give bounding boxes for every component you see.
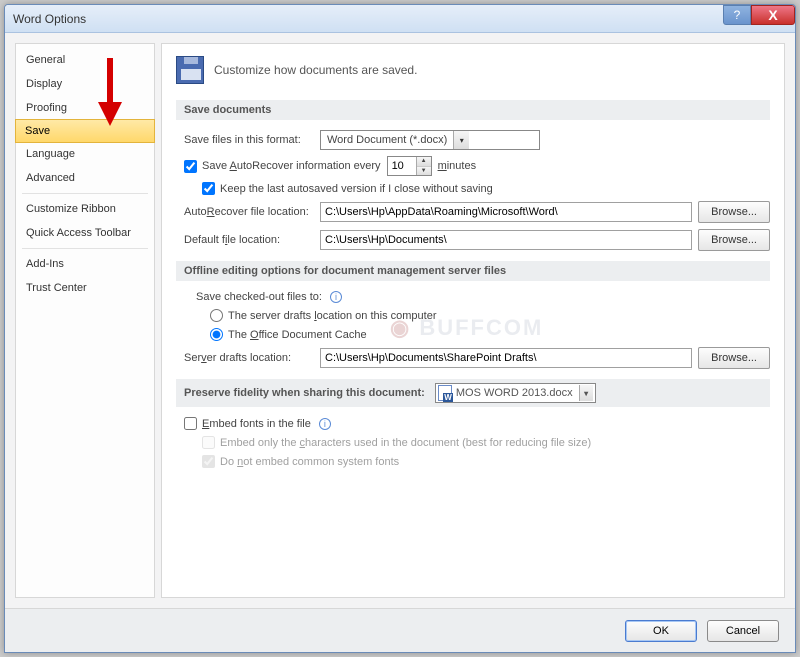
close-button[interactable]: X: [751, 5, 795, 25]
ok-button[interactable]: OK: [625, 620, 697, 642]
embed-only-used-checkbox: Embed only the characters used in the do…: [202, 436, 591, 449]
do-not-embed-common-checkbox: Do not embed common system fonts: [202, 455, 399, 468]
save-format-combo[interactable]: Word Document (*.docx) ▾: [320, 130, 540, 150]
info-icon[interactable]: i: [319, 418, 331, 430]
keep-last-autosave-label: Keep the last autosaved version if I clo…: [220, 183, 493, 195]
radio-server-drafts-input[interactable]: [210, 309, 223, 322]
window-title: Word Options: [13, 12, 86, 26]
sidebar-separator: [22, 248, 148, 249]
titlebar[interactable]: Word Options ? X: [5, 5, 795, 33]
word-doc-icon: [438, 385, 452, 401]
do-not-embed-common-input: [202, 455, 215, 468]
sidebar-item-advanced[interactable]: Advanced: [16, 166, 154, 190]
autorecover-checkbox[interactable]: Save AutoRecover information every: [184, 160, 381, 173]
radio-office-cache-input[interactable]: [210, 328, 223, 341]
autorecover-browse-button[interactable]: Browse...: [698, 201, 770, 223]
embed-fonts-checkbox[interactable]: Embed fonts in the file: [184, 417, 311, 430]
default-path-input[interactable]: [320, 230, 692, 250]
chevron-down-icon[interactable]: ▾: [579, 385, 593, 401]
sidebar-item-general[interactable]: General: [16, 48, 154, 72]
section-preserve: Preserve fidelity when sharing this docu…: [176, 379, 770, 407]
chevron-down-icon[interactable]: ▾: [453, 131, 469, 149]
radio-server-drafts[interactable]: The server drafts location on this compu…: [210, 309, 437, 322]
category-sidebar: General Display Proofing Save Language A…: [15, 43, 155, 598]
save-format-value: Word Document (*.docx): [321, 134, 453, 146]
word-options-dialog: Word Options ? X General Display Proofin…: [4, 4, 796, 653]
sidebar-item-addins[interactable]: Add-Ins: [16, 252, 154, 276]
server-drafts-browse-button[interactable]: Browse...: [698, 347, 770, 369]
autorecover-path-input[interactable]: [320, 202, 692, 222]
save-format-label: Save files in this format:: [184, 134, 314, 146]
server-drafts-path-input[interactable]: [320, 348, 692, 368]
radio-office-cache[interactable]: The Office Document Cache: [210, 328, 367, 341]
sidebar-item-quick-access[interactable]: Quick Access Toolbar: [16, 221, 154, 245]
autorecover-minutes-spinner[interactable]: ▲ ▼: [387, 156, 432, 176]
sidebar-item-proofing[interactable]: Proofing: [16, 96, 154, 120]
help-button[interactable]: ?: [723, 5, 751, 25]
sidebar-item-language[interactable]: Language: [16, 142, 154, 166]
section-save-documents: Save documents: [176, 100, 770, 120]
preserve-document-name: MOS WORD 2013.docx: [456, 387, 573, 399]
embed-only-used-input: [202, 436, 215, 449]
spinner-up-icon[interactable]: ▲: [417, 157, 431, 167]
sidebar-item-save[interactable]: Save: [15, 119, 155, 143]
section-offline: Offline editing options for document man…: [176, 261, 770, 281]
sidebar-item-display[interactable]: Display: [16, 72, 154, 96]
preserve-document-combo[interactable]: MOS WORD 2013.docx ▾: [435, 383, 596, 403]
dialog-footer: OK Cancel: [5, 608, 795, 652]
keep-last-autosave-checkbox[interactable]: Keep the last autosaved version if I clo…: [202, 182, 493, 195]
sidebar-item-trust-center[interactable]: Trust Center: [16, 276, 154, 300]
default-browse-button[interactable]: Browse...: [698, 229, 770, 251]
sidebar-separator: [22, 193, 148, 194]
spinner-down-icon[interactable]: ▼: [417, 167, 431, 176]
cancel-button[interactable]: Cancel: [707, 620, 779, 642]
save-icon: [176, 56, 204, 84]
content-panel: Customize how documents are saved. Save …: [161, 43, 785, 598]
panel-subtitle: Customize how documents are saved.: [214, 63, 417, 77]
save-checked-out-label: Save checked-out files to:: [196, 291, 322, 303]
keep-last-autosave-input[interactable]: [202, 182, 215, 195]
sidebar-item-customize-ribbon[interactable]: Customize Ribbon: [16, 197, 154, 221]
embed-fonts-input[interactable]: [184, 417, 197, 430]
autorecover-minutes-input[interactable]: [388, 157, 416, 175]
info-icon[interactable]: i: [330, 291, 342, 303]
autorecover-checkbox-input[interactable]: [184, 160, 197, 173]
